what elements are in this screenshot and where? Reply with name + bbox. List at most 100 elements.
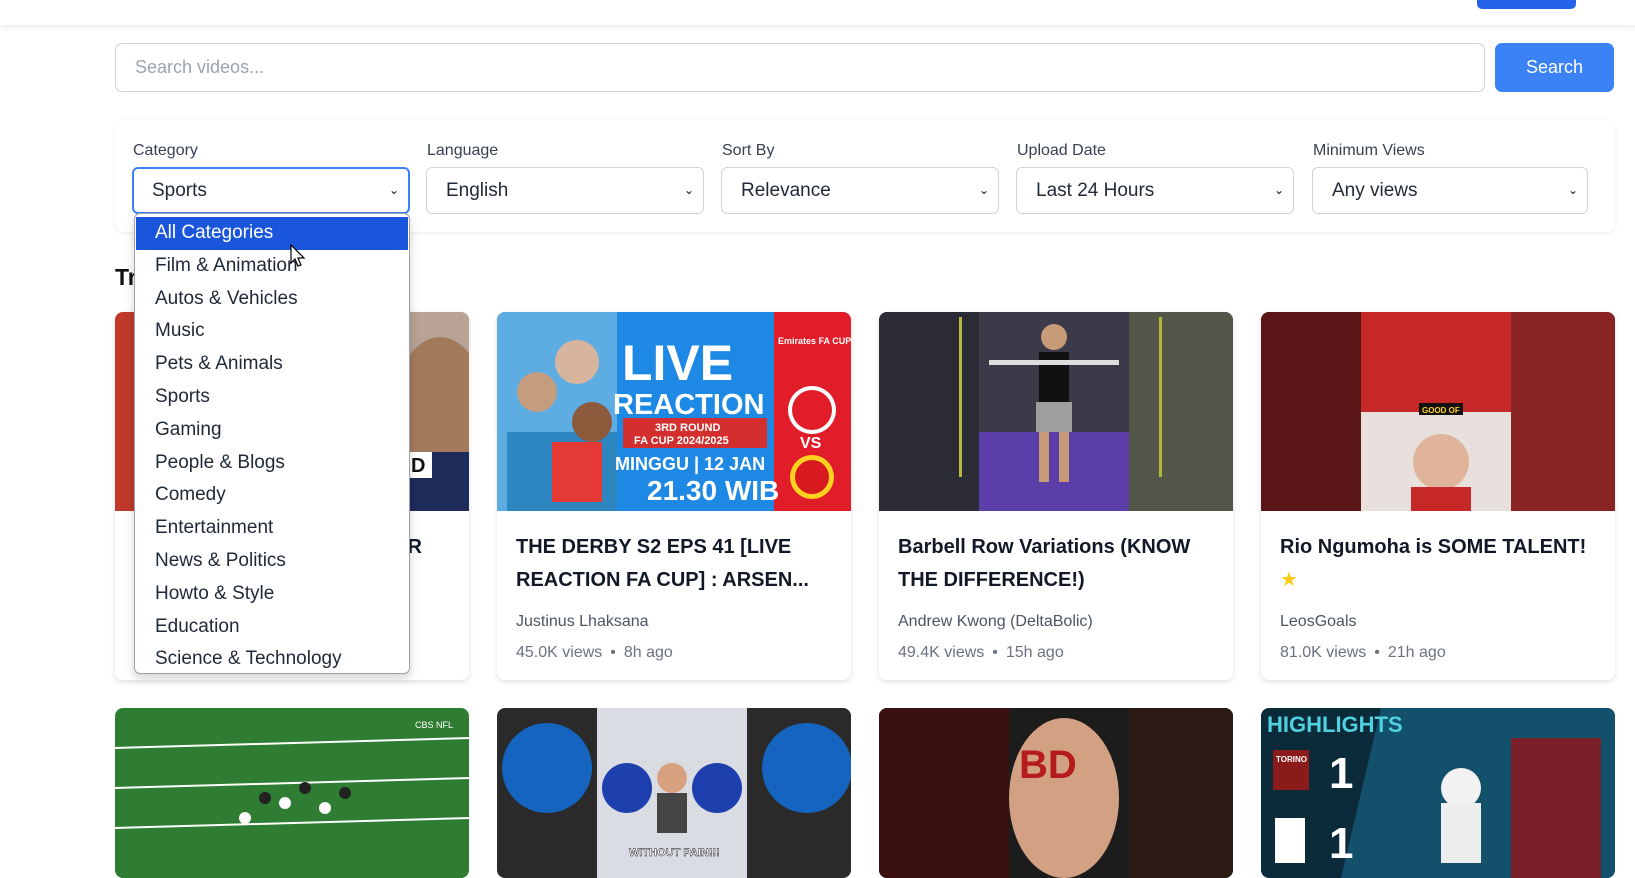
dropdown-option[interactable]: All Categories: [136, 217, 408, 250]
video-thumbnail[interactable]: WITHOUT PAIN!!!: [497, 708, 851, 878]
thumbnail-live-text: LIVE: [622, 335, 733, 391]
thumbnail-label: CBS NFL: [415, 720, 453, 730]
select-value: Last 24 Hours: [1036, 180, 1155, 201]
filter-category: Category Sports ⌄: [132, 142, 410, 214]
thumbnail-image: HIGHLIGHTS TORINO 1 1: [1261, 708, 1615, 878]
thumbnail-image: [879, 312, 1233, 511]
thumbnail-score-1: 1: [1329, 749, 1353, 798]
channel-name[interactable]: Andrew Kwong (DeltaBolic): [898, 613, 1214, 631]
thumbnail-team-text: TORINO: [1276, 755, 1307, 764]
sort-by-select[interactable]: Relevance ⌄: [721, 167, 999, 214]
dropdown-option[interactable]: Education: [135, 611, 409, 644]
thumbnail-label: WITHOUT PAIN!!!: [629, 847, 720, 859]
video-meta: 49.4K views • 15h ago: [898, 644, 1214, 662]
thumbnail-highlights-text: HIGHLIGHTS: [1267, 712, 1403, 737]
dropdown-option[interactable]: Sports: [135, 381, 409, 414]
search-button[interactable]: Search: [1495, 43, 1614, 92]
video-thumbnail[interactable]: BD: [879, 708, 1233, 878]
thumbnail-cup-text: FA CUP 2024/2025: [634, 435, 729, 447]
thumbnail-time-text: 21.30 WIB: [647, 475, 779, 506]
thumbnail-label: D: [411, 455, 425, 477]
video-thumbnail[interactable]: LIVE REACTION 3RD ROUND FA CUP 2024/2025…: [497, 312, 851, 511]
filter-upload-date: Upload Date Last 24 Hours ⌄: [1016, 142, 1294, 214]
thumbnail-vs-text: VS: [800, 435, 822, 452]
thumbnail-score-2: 1: [1329, 819, 1353, 868]
video-card[interactable]: GOOD OF Rio Ngumoha is SOME TALENT! ★ Le…: [1261, 312, 1615, 680]
select-value: English: [446, 180, 509, 201]
dropdown-option[interactable]: Howto & Style: [135, 578, 409, 611]
dropdown-option[interactable]: Music: [135, 315, 409, 348]
video-meta: 45.0K views • 8h ago: [516, 644, 832, 662]
category-dropdown-list: All Categories Film & Animation Autos & …: [134, 213, 410, 674]
upload-date-select[interactable]: Last 24 Hours ⌄: [1016, 167, 1294, 214]
select-value: Relevance: [741, 180, 831, 201]
language-select[interactable]: English ⌄: [426, 167, 704, 214]
view-count: 49.4K views: [898, 644, 985, 661]
upload-age: 8h ago: [623, 644, 673, 661]
filter-label: Sort By: [722, 142, 775, 159]
filter-sort-by: Sort By Relevance ⌄: [721, 142, 999, 214]
category-select[interactable]: Sports ⌄: [132, 167, 410, 214]
thumbnail-image: BD: [879, 708, 1233, 878]
select-value: Any views: [1332, 180, 1418, 201]
video-meta: 81.0K views • 21h ago: [1280, 644, 1596, 662]
video-card[interactable]: Barbell Row Variations (KNOW THE DIFFERE…: [879, 312, 1233, 680]
chevron-down-icon: ⌄: [1567, 183, 1578, 197]
thumbnail-round-text: 3RD ROUND: [655, 422, 720, 434]
video-title[interactable]: Barbell Row Variations (KNOW THE DIFFERE…: [898, 531, 1214, 597]
star-icon: ★: [1280, 569, 1298, 591]
dropdown-option[interactable]: Comedy: [135, 479, 409, 512]
dropdown-option[interactable]: News & Politics: [135, 545, 409, 578]
chevron-down-icon: ⌄: [683, 183, 694, 197]
video-card[interactable]: LIVE REACTION 3RD ROUND FA CUP 2024/2025…: [497, 312, 851, 680]
thumbnail-image: CBS NFL: [115, 708, 469, 878]
video-thumbnail[interactable]: [879, 312, 1233, 511]
thumbnail-date-text: MINGGU | 12 JAN: [615, 454, 765, 474]
separator-dot: •: [610, 644, 616, 661]
separator-dot: •: [1374, 644, 1380, 661]
search-bar: Search: [115, 43, 1615, 93]
video-title-text: Rio Ngumoha is SOME TALENT!: [1280, 536, 1587, 558]
channel-name[interactable]: LeosGoals: [1280, 613, 1596, 631]
dropdown-option[interactable]: Autos & Vehicles: [135, 283, 409, 316]
filter-label: Language: [427, 142, 499, 159]
navbar-button-edge[interactable]: [1477, 0, 1576, 9]
select-value: Sports: [152, 180, 207, 201]
upload-age: 21h ago: [1387, 644, 1446, 661]
filter-minimum-views: Minimum Views Any views ⌄: [1312, 142, 1588, 214]
thumbnail-image: GOOD OF: [1261, 312, 1615, 511]
top-navbar: [0, 0, 1635, 25]
minimum-views-select[interactable]: Any views ⌄: [1312, 167, 1588, 214]
search-input[interactable]: [115, 43, 1485, 92]
filter-language: Language English ⌄: [426, 142, 704, 214]
video-thumbnail[interactable]: HIGHLIGHTS TORINO 1 1: [1261, 708, 1615, 878]
video-title[interactable]: THE DERBY S2 EPS 41 [LIVE REACTION FA CU…: [516, 531, 832, 597]
chevron-down-icon: ⌄: [388, 183, 399, 197]
filter-label: Category: [133, 142, 198, 159]
chevron-down-icon: ⌄: [1273, 183, 1284, 197]
thumbnail-label: BD: [1019, 743, 1077, 787]
filter-label: Upload Date: [1017, 142, 1106, 159]
thumbnail-label: GOOD OF: [1422, 406, 1460, 415]
thumbnail-image: WITHOUT PAIN!!!: [497, 708, 851, 878]
dropdown-option[interactable]: People & Blogs: [135, 447, 409, 480]
dropdown-option[interactable]: Gaming: [135, 414, 409, 447]
video-title[interactable]: Rio Ngumoha is SOME TALENT! ★: [1280, 531, 1596, 597]
channel-name[interactable]: Justinus Lhaksana: [516, 613, 832, 631]
dropdown-option[interactable]: Pets & Animals: [135, 348, 409, 381]
view-count: 81.0K views: [1280, 644, 1367, 661]
thumbnail-fa-text: Emirates FA CUP: [778, 336, 851, 346]
dropdown-option[interactable]: Science & Technology: [135, 643, 409, 673]
video-thumbnail[interactable]: GOOD OF: [1261, 312, 1615, 511]
filter-label: Minimum Views: [1313, 142, 1425, 159]
thumbnail-image: LIVE REACTION 3RD ROUND FA CUP 2024/2025…: [497, 312, 851, 511]
separator-dot: •: [992, 644, 998, 661]
upload-age: 15h ago: [1005, 644, 1064, 661]
dropdown-option[interactable]: Entertainment: [135, 512, 409, 545]
mouse-cursor-icon: [290, 244, 306, 267]
video-thumbnail[interactable]: CBS NFL: [115, 708, 469, 878]
view-count: 45.0K views: [516, 644, 603, 661]
dropdown-option[interactable]: Film & Animation: [135, 250, 409, 283]
thumbnail-reaction-text: REACTION: [613, 389, 764, 421]
chevron-down-icon: ⌄: [978, 183, 989, 197]
